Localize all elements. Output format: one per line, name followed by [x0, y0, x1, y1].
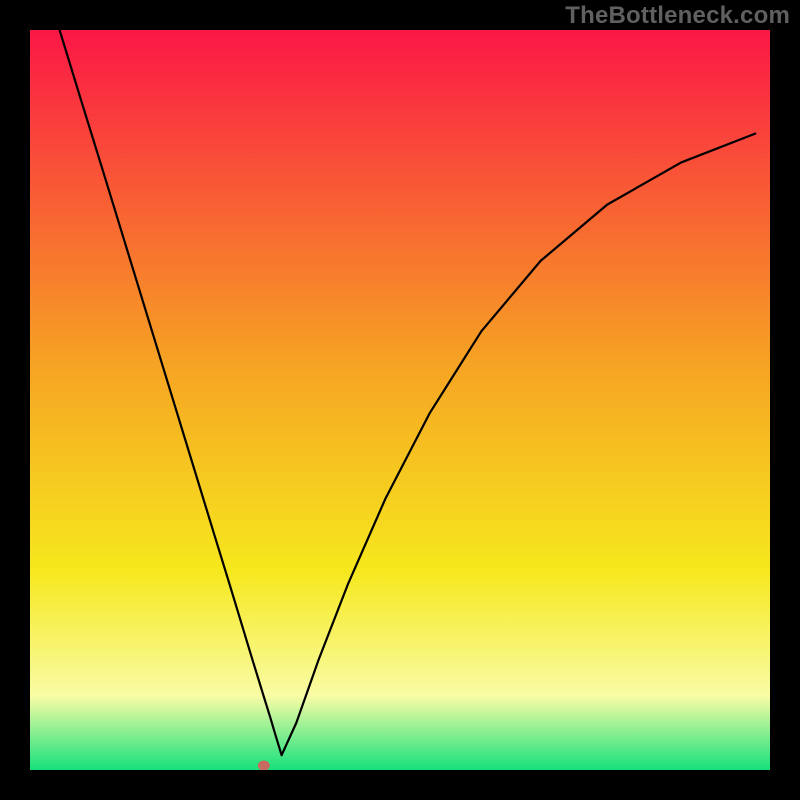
highlighted-point [258, 761, 270, 771]
plot-gradient-background [30, 30, 770, 770]
chart-stage: TheBottleneck.com [0, 0, 800, 800]
bottleneck-chart-svg [0, 0, 800, 800]
watermark-text: TheBottleneck.com [565, 2, 790, 30]
